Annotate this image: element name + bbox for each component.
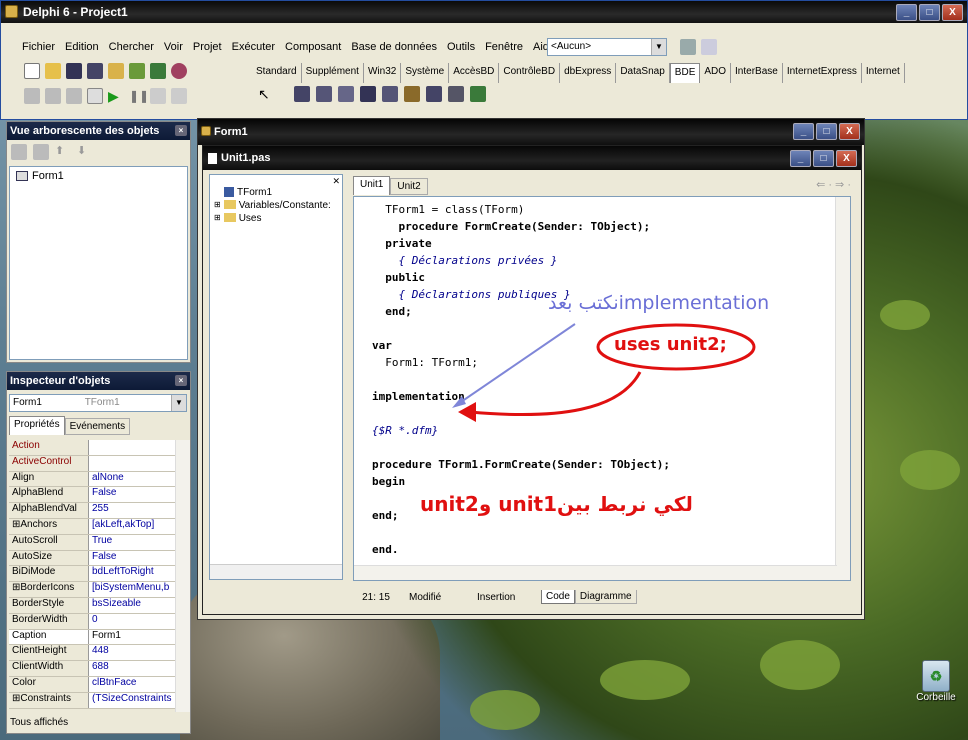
arrow-head-icon	[452, 396, 466, 408]
annotation-link-units: لكي نربط بينunit1 وunit2	[420, 492, 693, 516]
annotation-arrow-blue	[457, 323, 576, 405]
annotation-overlay	[452, 323, 756, 422]
annotation-note-implementation: نكتب بعدimplementation	[548, 292, 770, 314]
annotation-uses-unit2: uses unit2;	[614, 334, 727, 355]
